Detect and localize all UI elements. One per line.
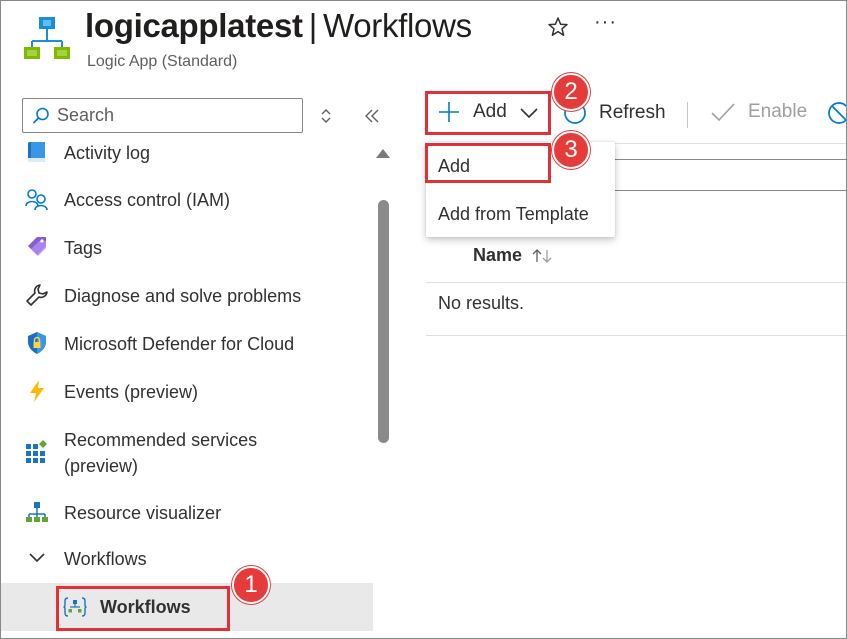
enable-button[interactable]: Enable: [710, 101, 807, 123]
wrench-icon: [26, 284, 48, 306]
filter-input[interactable]: [601, 159, 846, 191]
search-icon: [32, 107, 49, 124]
favorite-star-icon[interactable]: [546, 15, 570, 39]
people-icon: [25, 189, 48, 211]
activity-log-icon: [28, 142, 45, 162]
app-window: logicapplatest | Workflows ··· Logic App (…: [0, 0, 847, 639]
sidebar-group-workflows[interactable]: Workflows: [1, 546, 373, 572]
sidebar-item-label: Recommended services (preview): [64, 430, 258, 476]
collapse-sidebar-icon[interactable]: [363, 107, 381, 125]
sidebar-item-access-control[interactable]: Access control (IAM): [1, 187, 373, 213]
sidebar-item-label: Activity log: [64, 143, 151, 163]
refresh-button-label: Refresh: [599, 102, 666, 123]
sidebar-item-tags[interactable]: Tags: [1, 235, 373, 261]
row-divider: [426, 335, 846, 336]
sidebar-scrollbar-thumb[interactable]: [378, 200, 389, 443]
add-button-label: Add: [473, 101, 507, 122]
resource-name: logicapplatest: [85, 7, 303, 44]
resource-type-subtitle: Logic App (Standard): [87, 53, 238, 70]
hierarchy-icon: [26, 502, 48, 522]
sidebar-item-events[interactable]: Events (preview): [1, 379, 373, 405]
step-badge-2: 2: [552, 73, 590, 111]
sort-toggle-icon[interactable]: [319, 107, 333, 125]
empty-state-text: No results.: [438, 293, 525, 313]
grid-icon: [26, 440, 47, 463]
workflow-icon: [63, 597, 87, 617]
sidebar-item-workflows[interactable]: Workflows: [1, 583, 373, 631]
sidebar-nav: Activity log Access control (IAM) Tags D…: [1, 136, 373, 638]
chevron-down-icon: [520, 108, 538, 119]
tag-icon: [28, 237, 46, 256]
step-badge-3: 3: [552, 131, 590, 169]
sidebar-search[interactable]: [22, 98, 303, 133]
menu-item-add-from-template[interactable]: Add from Template: [426, 194, 615, 234]
sidebar-item-resource-visualizer[interactable]: Resource visualizer: [1, 500, 373, 526]
sidebar-item-recommended-services[interactable]: Recommended services (preview): [1, 427, 373, 479]
sidebar-item-diagnose[interactable]: Diagnose and solve problems: [1, 283, 373, 309]
disable-button[interactable]: [827, 101, 846, 125]
step-badge-1: 1: [232, 566, 270, 604]
sidebar-item-defender[interactable]: Microsoft Defender for Cloud: [1, 331, 373, 357]
add-button[interactable]: Add: [438, 101, 539, 123]
sidebar-item-label: Resource visualizer: [64, 503, 222, 523]
column-header-label: Name: [473, 245, 523, 265]
page-name: Workflows: [322, 7, 472, 44]
sidebar-item-label: Microsoft Defender for Cloud: [64, 334, 295, 354]
sort-arrows-icon: [532, 248, 552, 263]
sidebar-item-label: Workflows: [100, 597, 191, 617]
more-options-icon[interactable]: ···: [594, 11, 617, 34]
column-header-name[interactable]: Name: [473, 245, 556, 266]
block-icon: [828, 102, 846, 124]
sidebar-item-activity-log[interactable]: Activity log: [1, 140, 373, 166]
sidebar-item-label: Tags: [64, 238, 103, 258]
sidebar-group-label: Workflows: [64, 549, 147, 569]
toolbar-divider: [687, 102, 688, 128]
logic-app-icon: [24, 17, 70, 59]
header-divider: [426, 282, 846, 283]
plus-icon: [439, 102, 459, 122]
search-input[interactable]: [57, 105, 287, 126]
shield-icon: [28, 332, 46, 354]
scroll-up-arrow[interactable]: [376, 149, 390, 158]
checkmark-icon: [711, 103, 735, 122]
chevron-down-icon: [29, 553, 45, 563]
enable-button-label: Enable: [748, 101, 808, 122]
page-title: logicapplatest | Workflows: [85, 7, 472, 45]
lightning-icon: [30, 380, 44, 402]
sidebar-item-label: Events (preview): [64, 382, 199, 402]
sidebar-item-label: Access control (IAM): [64, 190, 231, 210]
title-separator: |: [308, 7, 318, 44]
sidebar-item-label: Diagnose and solve problems: [64, 286, 302, 306]
